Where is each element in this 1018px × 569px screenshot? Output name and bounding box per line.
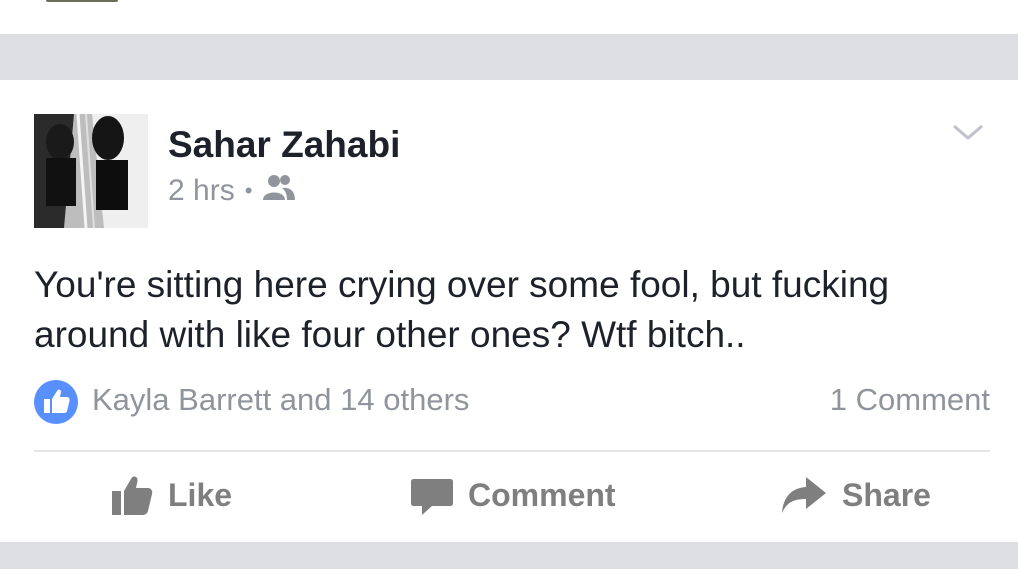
comment-label: Comment [468,476,616,513]
avatar-image [34,114,148,228]
share-button[interactable]: Share [780,470,931,520]
chevron-down-icon[interactable] [950,120,986,144]
share-icon [782,477,826,513]
comments-count[interactable]: 1 Comment [830,382,990,418]
divider [34,450,990,452]
post-card: Sahar Zahabi 2 hrs • You're sitting here… [0,80,1018,542]
avatar[interactable] [34,114,148,228]
post-body: You're sitting here crying over some foo… [34,264,890,355]
comment-icon [411,479,453,515]
like-reaction-icon [34,380,78,424]
thumbs-up-icon [112,476,153,515]
post-time[interactable]: 2 hrs [168,174,235,208]
reactions-row: Kayla Barrett and 14 others 1 Comment [34,380,990,424]
likes-summary[interactable]: Kayla Barrett and 14 others [92,382,469,418]
share-label: Share [842,476,931,513]
comment-button[interactable]: Comment [410,470,616,520]
post-meta: 2 hrs • [168,174,296,208]
like-label: Like [168,476,233,513]
like-button[interactable]: Like [110,470,232,520]
meta-separator: • [244,178,253,203]
friends-icon [262,174,296,208]
post-author[interactable]: Sahar Zahabi [168,124,400,166]
previous-post-fragment [0,0,1018,34]
previous-post-thumbnail [46,0,118,2]
